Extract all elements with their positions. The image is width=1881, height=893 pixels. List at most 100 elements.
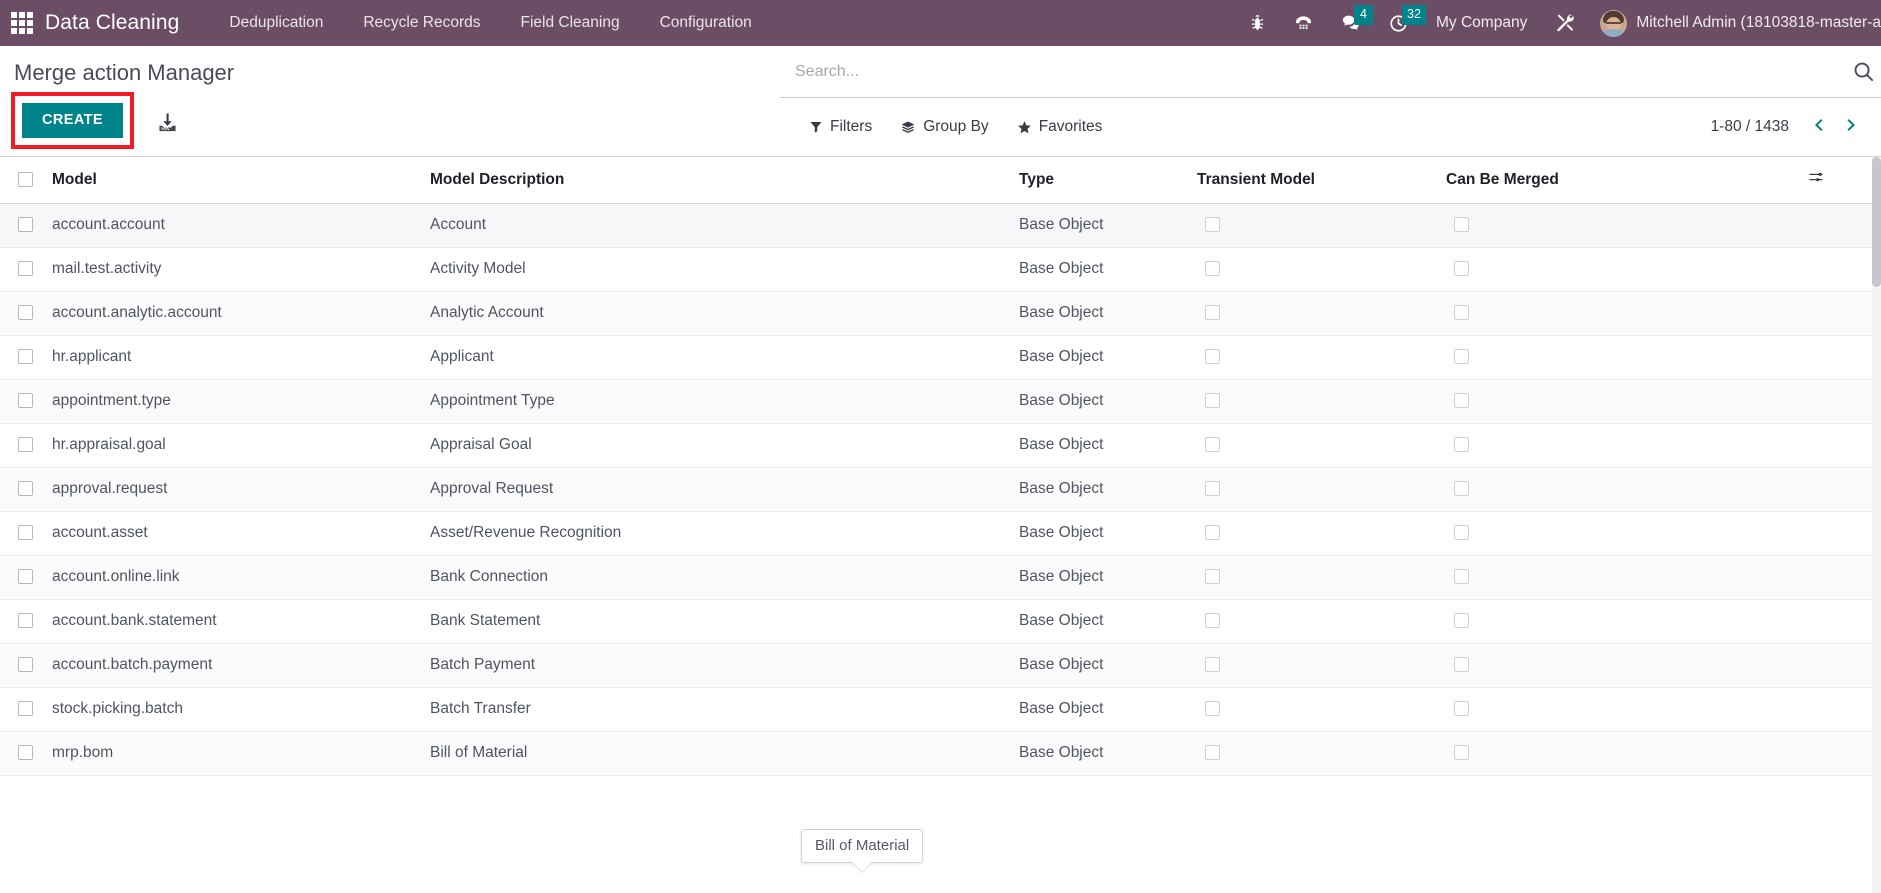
voip-phone-icon[interactable]: [1280, 0, 1327, 46]
group-by-dropdown[interactable]: Group By: [886, 112, 1002, 142]
company-switcher[interactable]: My Company: [1422, 14, 1541, 32]
activities-clock-icon[interactable]: 32: [1375, 0, 1426, 46]
pager-next-button[interactable]: [1837, 114, 1865, 140]
pager-previous-button[interactable]: [1805, 114, 1833, 140]
row-select-checkbox[interactable]: [18, 525, 33, 541]
can-be-merged-checkbox[interactable]: [1454, 481, 1469, 497]
transient-model-checkbox[interactable]: [1205, 261, 1220, 277]
can-be-merged-checkbox[interactable]: [1454, 569, 1469, 585]
column-header-can-be-merged[interactable]: Can Be Merged: [1446, 157, 1806, 204]
row-select-checkbox[interactable]: [18, 393, 33, 409]
search-magnifier-icon[interactable]: [1852, 60, 1875, 88]
table-row[interactable]: account.bank.statement Bank Statement Base…: [0, 599, 1881, 644]
cell-type: Base Object: [1019, 335, 1197, 380]
column-header-transient-model[interactable]: Transient Model: [1197, 157, 1446, 204]
transient-model-checkbox[interactable]: [1205, 349, 1220, 365]
column-header-description[interactable]: Model Description: [430, 157, 1019, 204]
favorites-label: Favorites: [1038, 118, 1103, 135]
can-be-merged-checkbox[interactable]: [1454, 437, 1469, 453]
cell-spacer: [1806, 599, 1881, 644]
group-by-label: Group By: [923, 118, 989, 135]
create-button[interactable]: CREATE: [22, 103, 123, 138]
optional-columns-toggle[interactable]: [1806, 157, 1881, 204]
can-be-merged-checkbox[interactable]: [1454, 349, 1469, 365]
table-row[interactable]: mrp.bom Bill of Material Base Object: [0, 731, 1881, 776]
table-row[interactable]: account.account Account Base Object: [0, 203, 1881, 248]
column-header-model[interactable]: Model: [52, 157, 430, 204]
row-select-checkbox[interactable]: [18, 305, 33, 321]
row-select-checkbox[interactable]: [18, 745, 33, 761]
table-row[interactable]: account.online.link Bank Connection Base O…: [0, 555, 1881, 600]
transient-model-checkbox[interactable]: [1205, 217, 1220, 233]
table-row[interactable]: stock.picking.batch Batch Transfer Base Ob…: [0, 687, 1881, 732]
table-row[interactable]: approval.request Approval Request Base Obj…: [0, 467, 1881, 512]
cell-model: mail.test.activity: [52, 247, 430, 292]
transient-model-checkbox[interactable]: [1205, 657, 1220, 673]
row-select-checkbox[interactable]: [18, 657, 33, 673]
table-row[interactable]: account.batch.payment Batch Payment Base O…: [0, 643, 1881, 688]
filters-dropdown[interactable]: Filters: [795, 112, 886, 142]
row-select-checkbox[interactable]: [18, 569, 33, 585]
cell-type: Base Object: [1019, 731, 1197, 776]
search-input[interactable]: [795, 62, 1863, 81]
cell-model: account.bank.statement: [52, 599, 430, 644]
transient-model-checkbox[interactable]: [1205, 437, 1220, 453]
bug-icon[interactable]: [1235, 0, 1280, 46]
can-be-merged-checkbox[interactable]: [1454, 305, 1469, 321]
app-brand-title[interactable]: Data Cleaning: [45, 11, 179, 35]
cell-can-be-merged: [1446, 291, 1806, 336]
cell-spacer: [1806, 379, 1881, 424]
user-menu[interactable]: Mitchell Admin (18103818-master-a: [1590, 9, 1881, 37]
can-be-merged-checkbox[interactable]: [1454, 261, 1469, 277]
menu-item-deduplication[interactable]: Deduplication: [209, 0, 343, 46]
can-be-merged-checkbox[interactable]: [1454, 701, 1469, 717]
column-header-type[interactable]: Type: [1019, 157, 1197, 204]
table-row[interactable]: mail.test.activity Activity Model Base Obj…: [0, 247, 1881, 292]
table-row[interactable]: appointment.type Appointment Type Base Obj…: [0, 379, 1881, 424]
transient-model-checkbox[interactable]: [1205, 613, 1220, 629]
row-select-checkbox[interactable]: [18, 701, 33, 717]
transient-model-checkbox[interactable]: [1205, 745, 1220, 761]
can-be-merged-checkbox[interactable]: [1454, 393, 1469, 409]
favorites-dropdown[interactable]: Favorites: [1003, 112, 1117, 142]
table-row[interactable]: hr.applicant Applicant Base Object: [0, 335, 1881, 380]
wrench-screwdriver-icon[interactable]: [1541, 0, 1590, 46]
pager-value[interactable]: 1-80 / 1438: [1711, 118, 1801, 136]
can-be-merged-checkbox[interactable]: [1454, 613, 1469, 629]
row-select-checkbox[interactable]: [18, 437, 33, 453]
messaging-chat-icon[interactable]: 4: [1327, 0, 1375, 46]
vertical-scrollbar[interactable]: [1872, 157, 1881, 893]
menu-item-configuration[interactable]: Configuration: [640, 0, 772, 46]
row-select-cell: [0, 379, 52, 424]
main-menu: Deduplication Recycle Records Field Clea…: [209, 0, 771, 46]
table-row[interactable]: hr.appraisal.goal Appraisal Goal Base Obje…: [0, 423, 1881, 468]
table-row[interactable]: account.asset Asset/Revenue Recognition Ba…: [0, 511, 1881, 556]
import-download-icon[interactable]: [156, 111, 179, 134]
row-select-checkbox[interactable]: [18, 613, 33, 629]
transient-model-checkbox[interactable]: [1205, 393, 1220, 409]
transient-model-checkbox[interactable]: [1205, 569, 1220, 585]
can-be-merged-checkbox[interactable]: [1454, 217, 1469, 233]
transient-model-checkbox[interactable]: [1205, 701, 1220, 717]
select-all-checkbox[interactable]: [18, 171, 33, 187]
transient-model-checkbox[interactable]: [1205, 525, 1220, 541]
can-be-merged-checkbox[interactable]: [1454, 525, 1469, 541]
can-be-merged-checkbox[interactable]: [1454, 657, 1469, 673]
cell-model-description: Asset/Revenue Recognition: [430, 511, 1019, 556]
transient-model-checkbox[interactable]: [1205, 305, 1220, 321]
cell-type: Base Object: [1019, 467, 1197, 512]
row-select-checkbox[interactable]: [18, 481, 33, 497]
cell-type: Base Object: [1019, 599, 1197, 644]
row-select-checkbox[interactable]: [18, 217, 33, 233]
table-row[interactable]: account.analytic.account Analytic Account…: [0, 291, 1881, 336]
menu-item-recycle-records[interactable]: Recycle Records: [343, 0, 500, 46]
transient-model-checkbox[interactable]: [1205, 481, 1220, 497]
menu-item-field-cleaning[interactable]: Field Cleaning: [500, 0, 639, 46]
can-be-merged-checkbox[interactable]: [1454, 745, 1469, 761]
scrollbar-thumb[interactable]: [1872, 157, 1881, 287]
cell-model-description: Analytic Account: [430, 291, 1019, 336]
row-select-checkbox[interactable]: [18, 349, 33, 365]
apps-grid-icon[interactable]: [11, 12, 33, 34]
activities-counter-badge: 32: [1402, 5, 1426, 25]
row-select-checkbox[interactable]: [18, 261, 33, 277]
